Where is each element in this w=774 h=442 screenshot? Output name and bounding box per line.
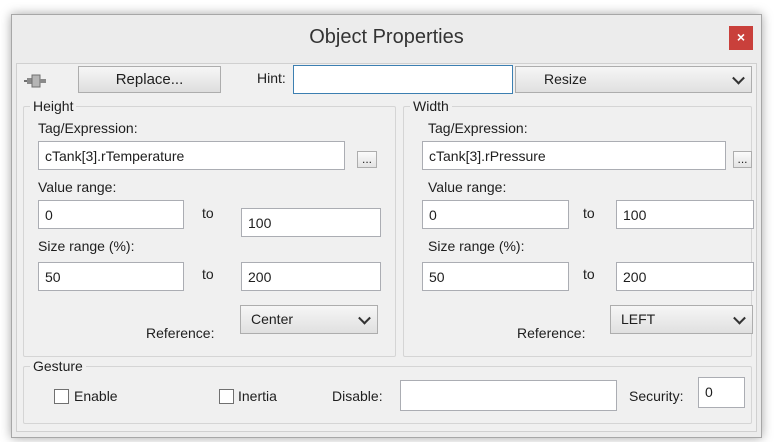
- height-value-from-input[interactable]: 0: [38, 200, 184, 229]
- width-reference-label: Reference:: [517, 325, 586, 341]
- disable-label: Disable:: [332, 388, 383, 404]
- enable-label[interactable]: Enable: [74, 388, 118, 404]
- close-button[interactable]: ×: [729, 26, 753, 50]
- chevron-down-icon: [732, 71, 745, 85]
- height-size-to-label: to: [202, 266, 214, 282]
- inertia-checkbox[interactable]: [219, 389, 234, 404]
- enable-checkbox[interactable]: [54, 389, 69, 404]
- width-reference-select[interactable]: LEFT: [610, 305, 753, 334]
- gesture-group-label: Gesture: [30, 358, 86, 374]
- width-size-to-label: to: [583, 266, 595, 282]
- inertia-label[interactable]: Inertia: [238, 388, 277, 404]
- width-size-range-label: Size range (%):: [428, 238, 525, 254]
- title-bar[interactable]: Object Properties ×: [12, 15, 761, 63]
- width-value-to-input[interactable]: 100: [616, 200, 754, 229]
- security-input[interactable]: 0: [698, 377, 745, 408]
- hint-input[interactable]: [293, 65, 513, 94]
- height-size-range-label: Size range (%):: [38, 238, 135, 254]
- width-group-label: Width: [410, 98, 452, 114]
- width-reference-value: LEFT: [621, 311, 656, 327]
- height-value-range-label: Value range:: [38, 179, 117, 195]
- security-label: Security:: [629, 388, 684, 404]
- disable-input[interactable]: [400, 380, 617, 411]
- dialog-body: Replace... Hint: Resize Height Tag/Expre…: [16, 63, 757, 432]
- width-value-to-label: to: [583, 205, 595, 221]
- height-reference-select[interactable]: Center: [240, 305, 378, 334]
- replace-button[interactable]: Replace...: [78, 66, 221, 93]
- width-browse-button[interactable]: ...: [733, 151, 752, 168]
- animation-type-select[interactable]: Resize: [515, 66, 752, 93]
- height-value-to-input[interactable]: 100: [241, 208, 381, 237]
- chevron-down-icon: [358, 311, 371, 325]
- window-title: Object Properties: [309, 26, 464, 48]
- width-size-from-input[interactable]: 50: [422, 262, 569, 291]
- height-size-to-input[interactable]: 200: [241, 262, 381, 291]
- height-tag-input[interactable]: cTank[3].rTemperature: [38, 141, 345, 170]
- height-size-from-input[interactable]: 50: [38, 262, 184, 291]
- width-size-to-input[interactable]: 200: [616, 262, 754, 291]
- height-reference-value: Center: [251, 311, 294, 327]
- height-value-to-label: to: [202, 205, 214, 221]
- height-group-label: Height: [30, 98, 77, 114]
- height-reference-label: Reference:: [146, 325, 215, 341]
- height-browse-button[interactable]: ...: [357, 151, 377, 168]
- pin-icon[interactable]: [23, 70, 51, 92]
- hint-label: Hint:: [257, 70, 286, 86]
- width-tag-label: Tag/Expression:: [428, 120, 528, 136]
- height-tag-label: Tag/Expression:: [38, 120, 138, 136]
- width-tag-input[interactable]: cTank[3].rPressure: [422, 141, 726, 170]
- chevron-down-icon: [733, 311, 746, 325]
- width-value-from-input[interactable]: 0: [422, 200, 569, 229]
- object-properties-window: Object Properties × Replace... Hint: Res…: [11, 14, 762, 438]
- animation-type-value: Resize: [544, 71, 587, 87]
- width-value-range-label: Value range:: [428, 179, 507, 195]
